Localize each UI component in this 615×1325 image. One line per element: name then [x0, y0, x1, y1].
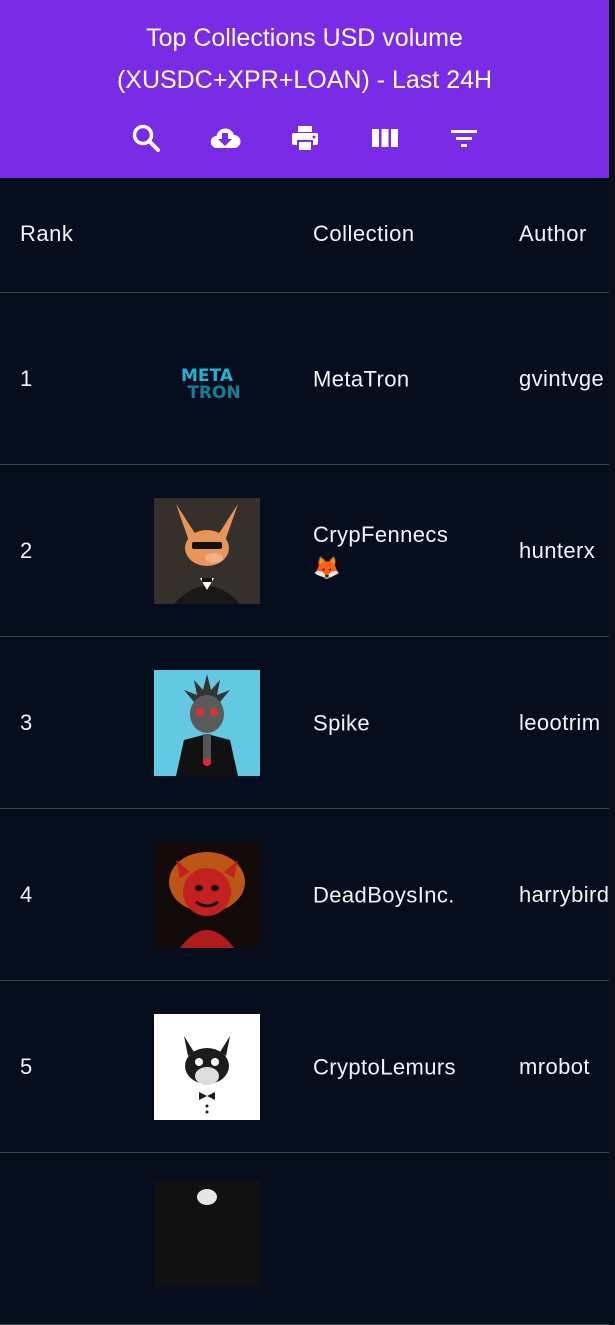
collection-avatar — [154, 669, 260, 776]
logo-text-bottom: TRON — [187, 383, 240, 403]
download-icon — [210, 128, 241, 149]
print-icon — [292, 126, 318, 152]
download-button[interactable] — [203, 116, 247, 160]
view-columns-button[interactable] — [363, 116, 407, 160]
collection-name[interactable]: CrypFennecs 🦊 — [313, 518, 448, 584]
search-button[interactable] — [124, 116, 168, 160]
table-row[interactable]: 1 META TRON MetaTron gvintvge — [0, 293, 609, 465]
collection-avatar — [154, 1181, 260, 1287]
collection-logo: META TRON — [154, 326, 260, 432]
table-row[interactable]: 4 DeadBoysInc. harrybird — [0, 809, 609, 981]
author-cell[interactable]: leootrim — [519, 710, 600, 736]
collection-name[interactable]: MetaTron — [313, 362, 410, 395]
collection-avatar — [154, 1013, 260, 1120]
author-cell[interactable]: harrybird — [519, 882, 609, 908]
column-header-author[interactable]: Author — [519, 221, 587, 247]
collection-avatar — [154, 497, 260, 604]
collection-name[interactable]: DeadBoysInc. — [313, 878, 455, 911]
view-columns-icon — [372, 129, 398, 147]
search-icon — [132, 124, 160, 152]
author-cell[interactable]: hunterx — [519, 538, 595, 564]
table-row[interactable]: 5 CryptoLemurs mrobot — [0, 981, 609, 1153]
collection-name-text: CrypFennecs — [313, 521, 449, 547]
rank-cell: 2 — [20, 537, 33, 563]
filter-icon — [451, 130, 477, 147]
rank-cell: 5 — [20, 1053, 33, 1079]
collection-name-text: DeadBoysInc. — [313, 882, 455, 907]
table-toolbar — [0, 116, 609, 160]
rank-cell: 1 — [20, 365, 33, 391]
column-header-rank[interactable]: Rank — [20, 221, 73, 247]
rank-cell: 4 — [20, 881, 33, 907]
collection-name-text: Spike — [313, 710, 371, 735]
title-line-2: (XUSDC+XPR+LOAN) - Last 24H — [116, 66, 493, 94]
author-cell[interactable]: mrobot — [519, 1054, 590, 1080]
title-line-1: Top Collections USD volume — [146, 24, 463, 52]
collection-name-text: CryptoLemurs — [313, 1054, 456, 1079]
filter-button[interactable] — [442, 116, 486, 160]
table-row[interactable]: 2 CrypFennecs 🦊 hunterx — [0, 465, 609, 637]
print-button[interactable] — [283, 116, 327, 160]
collection-name[interactable]: Spike — [313, 706, 370, 739]
table-row[interactable]: 3 Spike leootrim — [0, 637, 609, 809]
fox-icon: 🦊 — [313, 554, 341, 580]
author-cell[interactable]: gvintvge — [519, 366, 604, 392]
column-header-collection[interactable]: Collection — [313, 221, 415, 247]
table-row[interactable] — [0, 1153, 609, 1325]
app-header: Top Collections USD volume (XUSDC+XPR+LO… — [0, 0, 609, 178]
table-header-row: Rank Collection Author — [0, 178, 609, 293]
page-edge — [609, 0, 615, 1200]
collection-avatar — [154, 841, 260, 948]
collections-table: Rank Collection Author 1 META TRON MetaT… — [0, 178, 609, 1325]
rank-cell: 3 — [20, 709, 33, 735]
collection-name[interactable]: CryptoLemurs — [313, 1050, 456, 1083]
collection-name-text: MetaTron — [313, 366, 410, 391]
page-title: Top Collections USD volume (XUSDC+XPR+LO… — [0, 17, 609, 101]
